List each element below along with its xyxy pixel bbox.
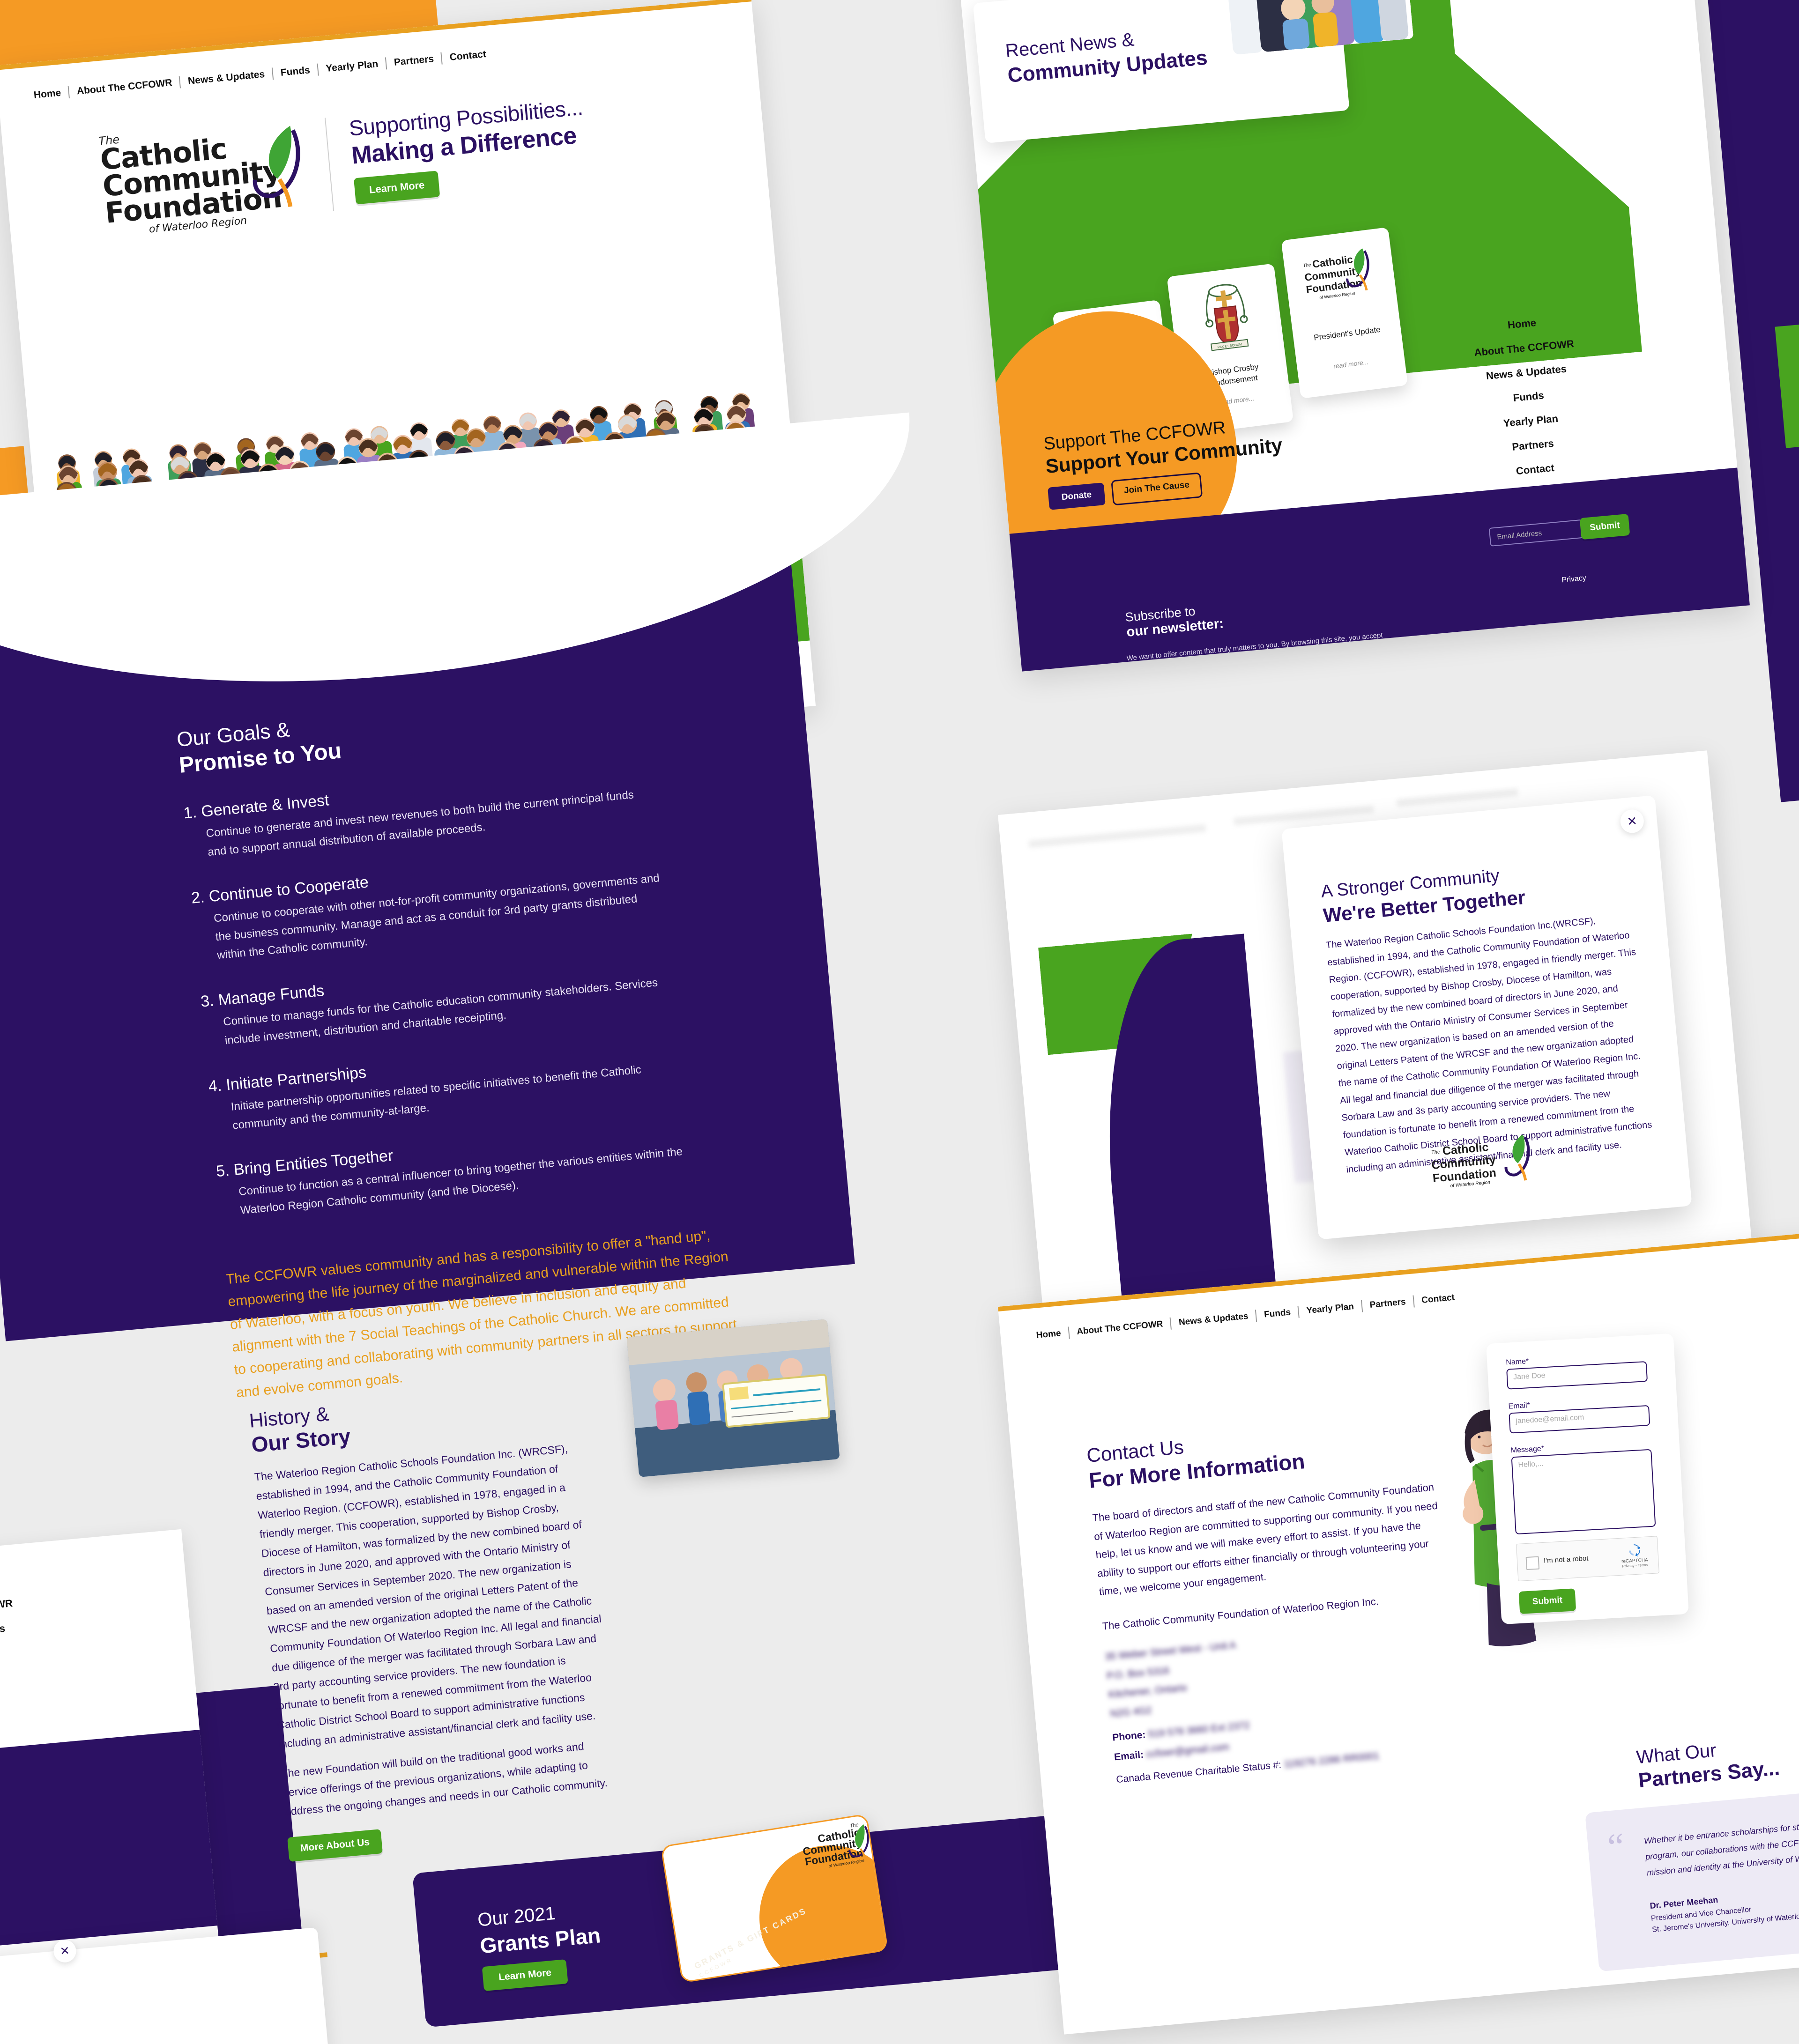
goal-item: 3. Manage Funds Continue to manage funds… <box>200 944 747 1052</box>
nav-item-contact[interactable]: Contact <box>442 48 494 64</box>
svg-text:The: The <box>1303 262 1312 268</box>
grants-line1: Our 2021 <box>476 1903 557 1931</box>
nav-item-yearly-plan[interactable]: Yearly Plan <box>318 58 387 75</box>
recaptcha-widget[interactable]: I'm not a robot reCAPTCHA Privacy - Term… <box>1516 1536 1659 1582</box>
support-donate-button[interactable]: Donate <box>1048 482 1106 510</box>
footer-link-yearly-plan[interactable]: Yearly Plan <box>0 1669 26 1692</box>
nav-item-partners[interactable]: Partners <box>1362 1296 1414 1311</box>
goal-item: 1. Generate & Invest Continue to generat… <box>183 755 729 863</box>
recaptcha-icon <box>1629 1544 1641 1557</box>
news-card[interactable]: The Catholic Community Foundation of Wat… <box>1281 227 1408 399</box>
footer-link-funds[interactable]: Funds <box>1472 385 1585 408</box>
goal-item: 4. Initiate Partnerships Initiate partne… <box>208 1029 754 1137</box>
recaptcha-label: I'm not a robot <box>1543 1554 1589 1565</box>
testimonial-quote: Whether it be entrance scholarships for … <box>1643 1800 1799 1878</box>
nav-item-contact[interactable]: Contact <box>1413 1292 1462 1306</box>
phone-label: Phone: <box>1112 1729 1146 1743</box>
goal-number: 4. <box>208 1076 223 1096</box>
contact-section: Contact Us For More Information The boar… <box>1085 1413 1462 1785</box>
nav-item-about[interactable]: About The CCFOWR <box>1069 1318 1171 1338</box>
testimonials-heading: What Our Partners Say... <box>1635 1734 1781 1792</box>
svg-text:The: The <box>1431 1149 1441 1155</box>
goal-number: 5. <box>215 1162 230 1181</box>
history-paragraph-1: The Waterloo Region Catholic Schools Fou… <box>253 1442 602 1751</box>
more-about-us-button[interactable]: More About Us <box>287 1829 383 1862</box>
nav-item-yearly-plan[interactable]: Yearly Plan <box>1299 1301 1362 1317</box>
footer-nav: Home About The CCFOWR News & Updates Fun… <box>0 1572 31 1752</box>
showcase-stage: Donate Donate Home About The CCFOWR News… <box>0 0 1799 2044</box>
recaptcha-checkbox[interactable] <box>1525 1556 1540 1570</box>
news-card-title: President's Update <box>1313 325 1381 342</box>
nav-item-news[interactable]: News & Updates <box>180 68 273 88</box>
goal-item: 2. Continue to Cooperate Continue to coo… <box>190 840 738 967</box>
message-field[interactable]: Hello,... <box>1511 1449 1656 1535</box>
nav-item-about[interactable]: About The CCFOWR <box>69 77 180 98</box>
recaptcha-brand-block: reCAPTCHA Privacy - Terms <box>1616 1542 1653 1569</box>
quote-icon: “ <box>1606 1825 1627 1868</box>
contact-page-panel: Donate Home About The CCFOWR News & Upda… <box>998 1232 1799 2035</box>
footer-link-news[interactable]: News & Updates <box>0 1621 22 1644</box>
footer-link-contact[interactable]: Contact <box>0 1718 30 1740</box>
goal-number: 2. <box>190 888 206 907</box>
footer-link-contact[interactable]: Contact <box>1479 459 1591 481</box>
contact-submit-button[interactable]: Submit <box>1518 1588 1576 1614</box>
footer-link-yearly-plan[interactable]: Yearly Plan <box>1474 410 1587 432</box>
brand-logo[interactable]: The Catholic Community Foundation of Wat… <box>98 118 308 238</box>
hero-text: Supporting Possibilities... Making a Dif… <box>348 95 590 205</box>
nav-item-partners[interactable]: Partners <box>386 53 442 69</box>
nav-item-funds[interactable]: Funds <box>1256 1307 1299 1321</box>
history-section: History & Our Story The Waterloo Region … <box>248 1379 625 1862</box>
footer-link-about[interactable]: About The CCFOWR <box>0 1597 19 1619</box>
charity-label: Canada Revenue Charitable Status #: <box>1115 1759 1282 1785</box>
modal-page-panel: ✕ A Stronger Community We're Better Toge… <box>998 750 1753 1314</box>
nav-item-news[interactable]: News & Updates <box>1171 1311 1256 1328</box>
footer-nav: Home About The CCFOWR News & Updates Fun… <box>1465 313 1593 493</box>
footer-link-funds[interactable]: Funds <box>0 1645 23 1667</box>
nav-item-home[interactable]: Home <box>1028 1328 1069 1342</box>
charity-value: 119276 2286 RR0001 <box>1283 1750 1380 1770</box>
goal-item: 5. Bring Entities Together Continue to f… <box>216 1114 762 1222</box>
contact-form: Name* Jane Doe Email* janedoe@email.com … <box>1486 1333 1689 1625</box>
goal-number: 1. <box>182 803 198 822</box>
news-footer-panel: Recent News & Community Updates PAX ET B… <box>956 0 1750 672</box>
message-label: Message* <box>1510 1444 1545 1455</box>
newsletter-submit-button[interactable]: Submit <box>1579 513 1630 540</box>
footer-purple-band <box>0 1714 220 1962</box>
footer-link-partners[interactable]: Partners <box>0 1694 28 1716</box>
contact-paragraph: The board of directors and staff of the … <box>1092 1481 1438 1598</box>
goal-number: 3. <box>200 992 215 1011</box>
nav-item-home[interactable]: Home <box>26 87 69 102</box>
partial-footer-panel: Home About The CCFOWR News & Updates Fun… <box>0 1529 220 1980</box>
goals-section: Our Goals & Promise to You 1. Generate &… <box>0 412 929 1400</box>
footer-link-home[interactable]: Home <box>0 1572 17 1595</box>
news-card-read-more[interactable]: read more... <box>1297 354 1405 375</box>
close-icon[interactable]: ✕ <box>1619 808 1645 834</box>
phone-value: 519 578 3660 Ext 2372 <box>1148 1720 1250 1740</box>
modal-brand-logo: The Catholic Community Foundation of Wat… <box>1427 1129 1558 1194</box>
ccfowr-logo: The Catholic Community Foundation of Wat… <box>1293 239 1389 324</box>
email-label: Email* <box>1508 1401 1531 1411</box>
hero-divider <box>325 118 335 211</box>
footer-link-news[interactable]: News & Updates <box>1470 362 1583 384</box>
history-photo <box>626 1319 840 1477</box>
grants-learn-more-button[interactable]: Learn More <box>482 1959 568 1992</box>
name-label: Name* <box>1505 1357 1529 1367</box>
stronger-community-modal: ✕ A Stronger Community We're Better Toge… <box>1281 795 1692 1240</box>
leaf-mark-icon <box>253 126 300 207</box>
email-label: Email: <box>1114 1749 1145 1763</box>
email-value: ccfowr@gmail.com <box>1145 1741 1230 1760</box>
footer-link-about[interactable]: About The CCFOWR <box>1468 337 1581 360</box>
testimonial-card: “ Whether it be entrance scholarships fo… <box>1585 1766 1799 1972</box>
nav-item-funds[interactable]: Funds <box>273 64 318 80</box>
bishop-crest-icon: PAX ET BONUM <box>1178 275 1274 360</box>
footer-link-partners[interactable]: Partners <box>1476 434 1589 457</box>
hero-learn-more-button[interactable]: Learn More <box>353 170 440 205</box>
